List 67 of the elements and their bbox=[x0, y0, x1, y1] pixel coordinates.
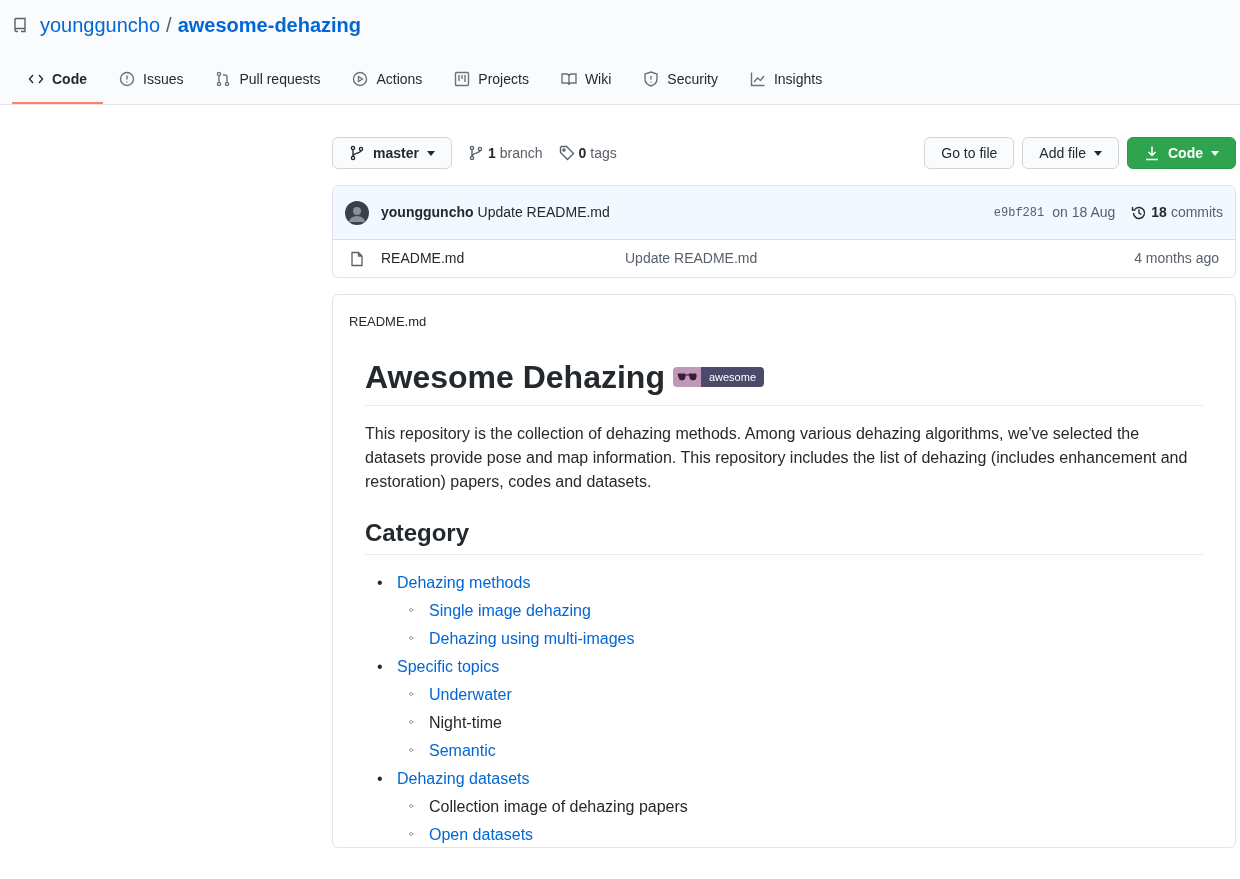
shield-icon bbox=[643, 71, 660, 87]
category-link[interactable]: Specific topics bbox=[397, 658, 500, 675]
category-link[interactable]: Open datasets bbox=[429, 826, 534, 843]
graph-icon bbox=[749, 71, 766, 87]
branches-link[interactable]: 1 branch bbox=[467, 142, 543, 164]
list-bullet: ◦ bbox=[409, 713, 414, 731]
add-file-button[interactable]: Add file bbox=[1022, 137, 1119, 169]
category-text: Night-time bbox=[429, 714, 502, 731]
commit-sha-link[interactable]: e9bf281 bbox=[993, 203, 1045, 222]
list-bullet: • bbox=[377, 657, 383, 677]
readme-intro: This repository is the collection of dehazing methods. Among various dehazing algorithms, we've selected the datasets provide pose and map information. This repository includes the list of dehazing (includes enhancement and restoration) papers, codes and datasets. bbox=[365, 424, 1189, 492]
commits-link[interactable]: 18 commits bbox=[1131, 202, 1223, 223]
file-commit-link[interactable]: Update README.md bbox=[625, 248, 758, 269]
category-text: Collection image of dehazing papers bbox=[429, 798, 688, 815]
category-link[interactable]: Semantic bbox=[429, 742, 496, 759]
file-name-link[interactable]: README.md bbox=[381, 248, 625, 269]
tags-link[interactable]: 0 tags bbox=[558, 142, 617, 164]
nav-tab[interactable]: Pull requests bbox=[199, 56, 337, 104]
history-icon bbox=[1131, 204, 1148, 221]
project-icon bbox=[454, 71, 471, 87]
list-bullet: ◦ bbox=[409, 601, 414, 619]
nav-tab[interactable]: Security bbox=[627, 56, 734, 104]
path-separator: / bbox=[166, 12, 172, 38]
readme-filename: README.md bbox=[349, 313, 427, 332]
file-icon bbox=[349, 250, 365, 267]
list-bullet: ◦ bbox=[409, 741, 414, 759]
download-icon bbox=[1144, 145, 1160, 161]
nav-tab[interactable]: Insights bbox=[733, 56, 839, 104]
go-to-file-button[interactable]: Go to file bbox=[924, 137, 1015, 169]
branch-select-button[interactable]: master bbox=[332, 137, 452, 169]
repo-icon bbox=[12, 16, 28, 33]
readme-title: Awesome Dehazing bbox=[365, 358, 665, 397]
list-bullet: • bbox=[377, 769, 383, 789]
list-bullet: ◦ bbox=[409, 797, 414, 815]
circle-dot-icon bbox=[119, 71, 135, 87]
category-link[interactable]: Dehazing methods bbox=[397, 574, 531, 591]
nav-tab[interactable]: Issues bbox=[103, 56, 200, 104]
branch-icon bbox=[349, 145, 365, 161]
nav-tab[interactable]: Projects bbox=[438, 56, 545, 104]
tag-icon bbox=[558, 145, 575, 161]
commit-message-link[interactable]: Update README.md bbox=[477, 202, 610, 223]
commit-author-link[interactable]: youngguncho bbox=[381, 202, 474, 223]
repo-name-link[interactable]: awesome-dehazing bbox=[177, 9, 362, 40]
list-bullet: ◦ bbox=[409, 825, 414, 843]
list-bullet: ◦ bbox=[409, 685, 414, 703]
commit-date: on 18 Aug bbox=[1052, 203, 1116, 222]
list-bullet: ◦ bbox=[409, 629, 414, 647]
caret-icon bbox=[1211, 150, 1219, 156]
nav-tab[interactable]: Code bbox=[12, 56, 103, 104]
avatar bbox=[345, 200, 369, 225]
category-link[interactable]: Underwater bbox=[429, 686, 512, 703]
sunglasses-icon bbox=[676, 373, 697, 381]
section-heading: Category bbox=[365, 518, 1203, 555]
caret-icon bbox=[1094, 150, 1102, 156]
file-age: 4 months ago bbox=[1134, 249, 1219, 268]
nav-tab[interactable]: Wiki bbox=[544, 56, 628, 104]
list-bullet: • bbox=[377, 573, 383, 593]
owner-link[interactable]: youngguncho bbox=[40, 9, 161, 40]
nav-tab[interactable]: Actions bbox=[336, 56, 439, 104]
branch-icon bbox=[467, 145, 484, 161]
category-link[interactable]: Dehazing datasets bbox=[397, 770, 530, 787]
play-icon bbox=[352, 71, 369, 87]
category-link[interactable]: Dehazing using multi-images bbox=[429, 630, 635, 647]
book-icon bbox=[560, 71, 577, 87]
pull-request-icon bbox=[215, 71, 232, 87]
category-link[interactable]: Single image dehazing bbox=[429, 602, 591, 619]
caret-icon bbox=[426, 150, 435, 156]
